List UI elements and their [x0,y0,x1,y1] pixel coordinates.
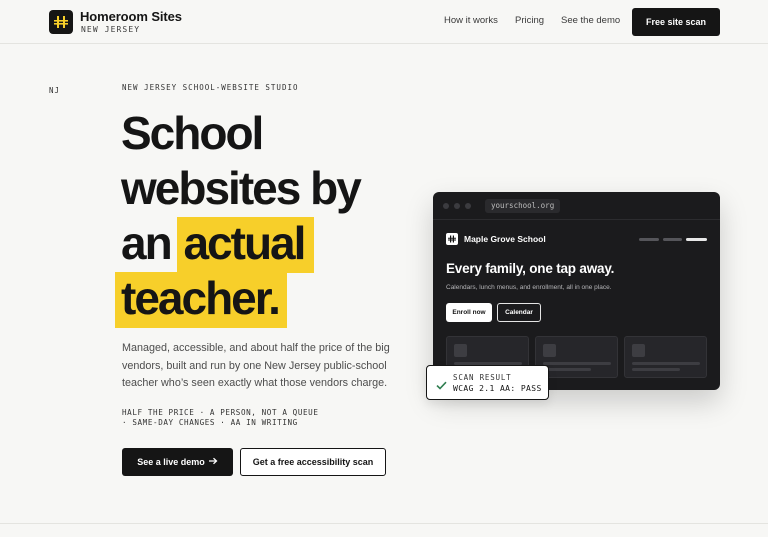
mock-nav-item [663,238,682,241]
free-accessibility-scan-button[interactable]: Get a free accessibility scan [240,448,386,476]
window-dot-icon [443,203,449,209]
headline-line-4: teacher. [115,271,421,328]
scan-result-value: WCAG 2.1 AA: PASS [453,384,542,393]
mock-enroll-button: Enroll now [446,303,492,322]
brand-logo-icon[interactable] [49,10,73,34]
section-divider [0,523,768,524]
feature-list: HALF THE PRICE · A PERSON, NOT A QUEUE ·… [122,408,382,428]
browser-url: yourschool.org [485,199,561,213]
arrow-right-icon [208,448,218,476]
mock-nav-item-active [686,238,707,241]
mock-calendar-button: Calendar [497,303,541,322]
free-site-scan-button[interactable]: Free site scan [632,8,720,36]
hero-lead-paragraph: Managed, accessible, and about half the … [122,342,390,389]
site-header: Homeroom Sites NEW JERSEY How it works P… [0,0,768,44]
check-icon [436,377,447,395]
headline-line-1: School [121,107,264,159]
scan-result-badge: SCAN RESULT WCAG 2.1 AA: PASS [426,365,549,400]
school-name: Maple Grove School [464,234,546,244]
mock-subtext: Calendars, lunch menus, and enrollment, … [446,284,612,291]
school-logo-icon [446,233,458,245]
scan-result-label: SCAN RESULT [453,373,512,382]
feature-line-1: HALF THE PRICE · A PERSON, NOT A QUEUE [122,408,319,417]
nav-link-pricing[interactable]: Pricing [515,15,544,26]
headline-highlight-actual: actual [177,217,315,273]
feature-line-2: · SAME-DAY CHANGES · AA IN WRITING [122,418,298,427]
see-live-demo-label: See a live demo [137,457,205,467]
mock-card [624,336,707,378]
state-tag: NJ [49,86,61,95]
headline-highlight-teacher: teacher. [115,272,287,328]
hero-headline: School websites by an actual teacher. [115,106,421,328]
hero-eyebrow: NEW JERSEY SCHOOL-WEBSITE STUDIO [122,83,299,92]
browser-toolbar: yourschool.org [433,192,720,220]
nav-link-see-demo[interactable]: See the demo [561,15,620,26]
window-dot-icon [465,203,471,209]
headline-line-3: an actual [121,216,421,273]
mock-headline: Every family, one tap away. [446,261,615,276]
headline-plain-word: an [121,217,173,269]
window-dot-icon [454,203,460,209]
mock-nav-item [639,238,659,241]
brand-name[interactable]: Homeroom Sites [80,9,182,24]
see-live-demo-button[interactable]: See a live demo [122,448,233,476]
headline-line-2: websites by [121,162,362,214]
website-preview-mockup: yourschool.org Maple Grove School Every … [433,192,720,390]
nav-link-how-it-works[interactable]: How it works [444,15,498,26]
brand-subtitle: NEW JERSEY [81,25,141,34]
